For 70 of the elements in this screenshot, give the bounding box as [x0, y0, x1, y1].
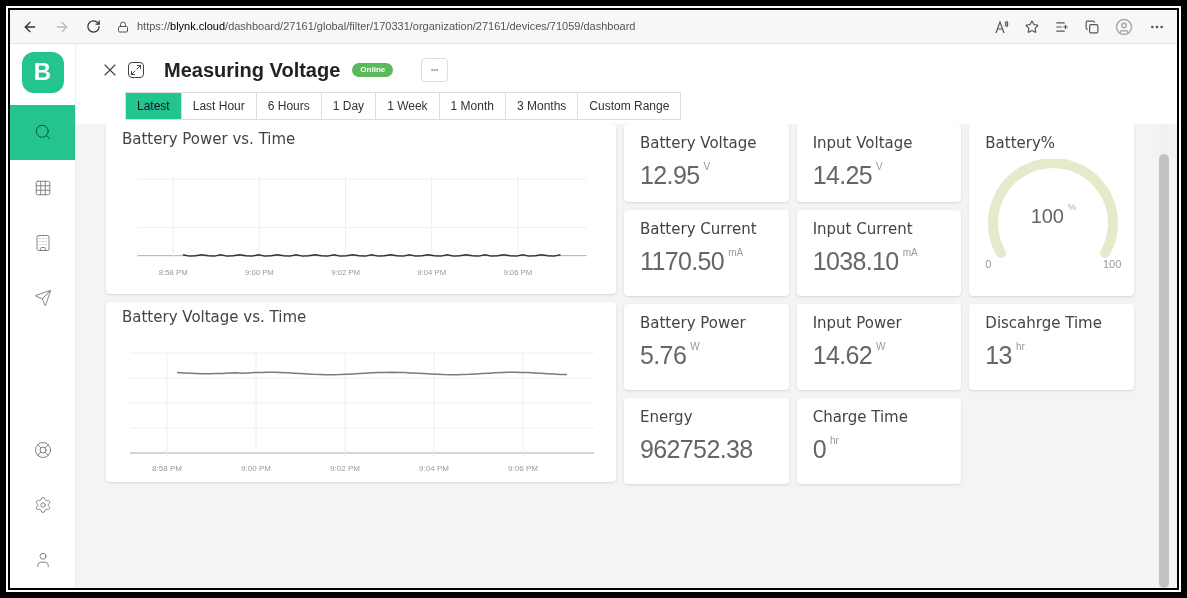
tile-label: Battery Voltage — [640, 133, 758, 154]
time-range-tab[interactable]: 6 Hours — [255, 92, 322, 120]
tile-label: Battery Power — [640, 313, 747, 334]
send-icon — [33, 289, 52, 308]
time-range-tab[interactable]: Custom Range — [577, 92, 682, 120]
tile-unit: W — [690, 339, 700, 354]
settings-icon — [33, 496, 52, 514]
tile-label: Input Current — [812, 219, 914, 240]
axis-label: 8:58 PM — [158, 267, 188, 277]
read-aloud-icon[interactable] — [995, 19, 1009, 34]
tile-value: 962752.38 — [640, 433, 753, 465]
tile-unit: hr — [829, 433, 839, 448]
axis-label: 8:58 PM — [152, 463, 182, 473]
building-icon — [33, 234, 52, 253]
address-bar[interactable]: https://blynk.cloud/dashboard/27161/global/filter/170331/organization/27161/devices/71059/dashboard — [117, 18, 979, 35]
tile-unit: V — [703, 159, 711, 174]
tile-value: 14.25 — [812, 159, 873, 191]
axis-label: 9:04 PM — [417, 267, 447, 277]
sidebar-item[interactable] — [10, 104, 75, 161]
tile-value: 1038.10 — [812, 245, 899, 277]
gauge-max: 100 — [1102, 257, 1122, 272]
help-icon — [33, 440, 52, 459]
axis-label: 9:02 PM — [330, 463, 360, 473]
axis-label: 9:06 PM — [503, 267, 533, 277]
tile-label: Discahrge Time — [985, 313, 1103, 334]
axis-label: 9:00 PM — [245, 267, 274, 277]
search-icon — [33, 123, 52, 142]
device-title: Measuring Voltage — [164, 58, 341, 83]
time-range-tab[interactable]: Last Hour — [180, 92, 257, 120]
refresh-icon[interactable] — [86, 19, 101, 34]
tile-label: Input Voltage — [812, 133, 914, 154]
gauge-min: 0 — [985, 257, 992, 272]
chart-title: Battery Power vs. Time — [122, 129, 297, 150]
url-text: https://blynk.cloud/dashboard/27161/global/filter/170331/organization/27161/devices/71059/dashboard — [137, 19, 636, 35]
time-range-tab[interactable]: 1 Month — [438, 92, 506, 120]
apps-icon — [33, 178, 52, 197]
axis-label: 9:04 PM — [419, 463, 449, 473]
status-badge: Online — [352, 63, 394, 77]
tile-label: Battery Current — [640, 219, 758, 240]
gauge-value: 100 — [1030, 203, 1064, 229]
tile-label: Input Power — [812, 313, 903, 334]
lock-icon — [117, 20, 129, 33]
scrollbar[interactable] — [1159, 124, 1169, 588]
tile-unit: V — [876, 159, 883, 174]
tile-value: 1170.50 — [640, 245, 725, 277]
axis-label: 9:02 PM — [331, 267, 360, 277]
favorite-icon[interactable] — [1025, 19, 1039, 34]
time-range-tab[interactable]: 1 Week — [375, 92, 440, 120]
chart-title: Battery Voltage vs. Time — [122, 307, 308, 328]
gauge-unit: % — [1068, 200, 1076, 214]
tile-unit: W — [876, 339, 886, 354]
favorites-icon[interactable] — [1055, 19, 1069, 34]
tile-label: Energy — [640, 407, 694, 428]
tile-value: 5.76 — [640, 339, 687, 371]
profile-icon[interactable] — [1115, 17, 1133, 36]
tile-unit: hr — [1015, 339, 1025, 354]
time-range-tab[interactable]: Latest — [125, 92, 182, 120]
time-range-tab[interactable]: 3 Months — [504, 92, 579, 120]
axis-label: 9:00 PM — [241, 463, 271, 473]
tile-value: 12.95 — [640, 159, 700, 191]
collections-icon[interactable] — [1085, 19, 1099, 34]
tile-label: Charge Time — [812, 407, 909, 428]
tile-unit: mA — [902, 245, 918, 260]
tile-value: 14.62 — [812, 339, 873, 371]
tile-label: Battery% — [985, 133, 1057, 154]
tile-unit: mA — [728, 245, 744, 260]
tile-value: 0 — [812, 433, 826, 465]
tile-value: 13 — [985, 339, 1012, 371]
time-range-tab[interactable]: 1 Day — [320, 92, 377, 120]
axis-label: 9:06 PM — [508, 463, 538, 473]
